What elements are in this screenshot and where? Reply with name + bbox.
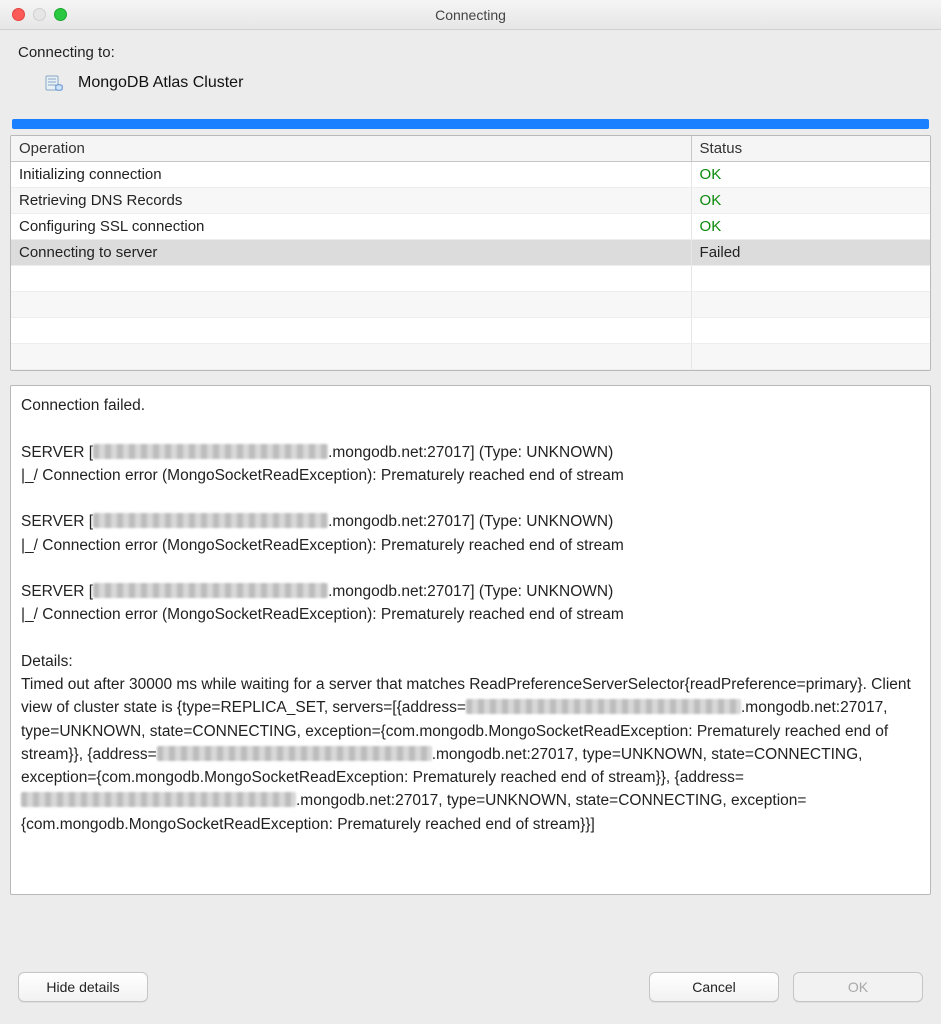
table-row[interactable]: Configuring SSL connectionOK bbox=[11, 214, 930, 240]
redacted-hostname bbox=[466, 699, 741, 714]
table-row[interactable] bbox=[11, 318, 930, 344]
operation-cell bbox=[11, 292, 691, 318]
table-row[interactable] bbox=[11, 266, 930, 292]
status-cell: OK bbox=[691, 162, 930, 188]
redacted-hostname bbox=[93, 444, 328, 459]
redacted-hostname bbox=[157, 746, 432, 761]
operation-cell: Initializing connection bbox=[11, 162, 691, 188]
col-operation[interactable]: Operation bbox=[11, 136, 691, 162]
operation-cell: Configuring SSL connection bbox=[11, 214, 691, 240]
table-row[interactable]: Connecting to serverFailed bbox=[11, 240, 930, 266]
table-row[interactable]: Initializing connectionOK bbox=[11, 162, 930, 188]
operation-cell bbox=[11, 318, 691, 344]
connection-target: MongoDB Atlas Cluster bbox=[18, 73, 923, 93]
progress-bar bbox=[12, 119, 929, 129]
status-cell bbox=[691, 292, 930, 318]
status-cell bbox=[691, 344, 930, 370]
connection-target-name: MongoDB Atlas Cluster bbox=[78, 74, 243, 92]
status-cell bbox=[691, 318, 930, 344]
status-cell: Failed bbox=[691, 240, 930, 266]
titlebar: Connecting bbox=[0, 0, 941, 30]
footer: Hide details Cancel OK bbox=[0, 956, 941, 1024]
connecting-to-label: Connecting to: bbox=[18, 44, 923, 61]
status-cell: OK bbox=[691, 188, 930, 214]
operation-cell bbox=[11, 266, 691, 292]
table-row[interactable]: Retrieving DNS RecordsOK bbox=[11, 188, 930, 214]
status-cell: OK bbox=[691, 214, 930, 240]
ok-button[interactable]: OK bbox=[793, 972, 923, 1002]
operations-table: Operation Status Initializing connection… bbox=[10, 135, 931, 371]
error-details[interactable]: Connection failed. SERVER [.mongodb.net:… bbox=[10, 385, 931, 895]
operation-cell: Connecting to server bbox=[11, 240, 691, 266]
window-title: Connecting bbox=[0, 7, 941, 23]
status-cell bbox=[691, 266, 930, 292]
redacted-hostname bbox=[93, 583, 328, 598]
redacted-hostname bbox=[21, 792, 296, 807]
header: Connecting to: MongoDB Atlas Cluster bbox=[0, 30, 941, 119]
table-row[interactable] bbox=[11, 292, 930, 318]
database-icon bbox=[44, 73, 64, 93]
hide-details-button[interactable]: Hide details bbox=[18, 972, 148, 1002]
cancel-button[interactable]: Cancel bbox=[649, 972, 779, 1002]
col-status[interactable]: Status bbox=[691, 136, 930, 162]
redacted-hostname bbox=[93, 513, 328, 528]
table-row[interactable] bbox=[11, 344, 930, 370]
operation-cell: Retrieving DNS Records bbox=[11, 188, 691, 214]
operation-cell bbox=[11, 344, 691, 370]
